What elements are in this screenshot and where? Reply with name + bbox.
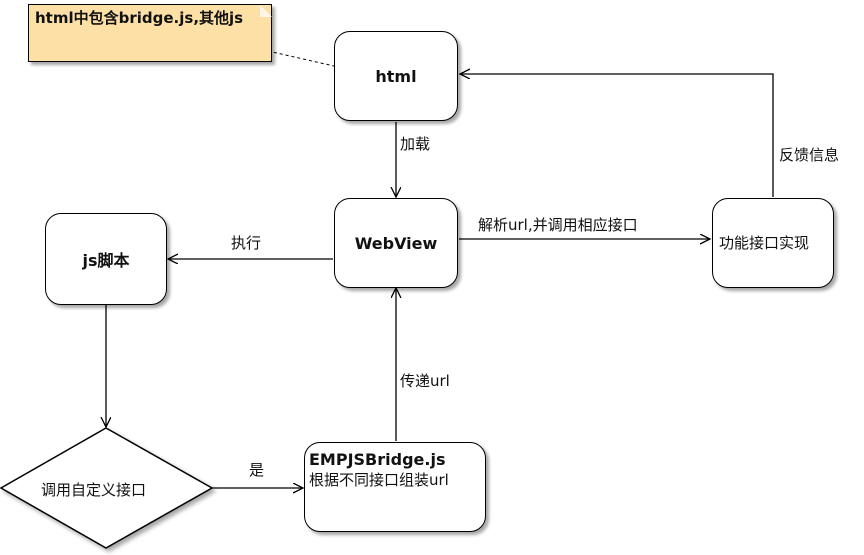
edge-parse-label: 解析url,并调用相应接口 [478, 216, 638, 234]
note-text: html中包含bridge.js,其他js [35, 9, 244, 27]
edge-pass-url-label: 传递url [400, 372, 450, 390]
node-js-script: js脚本 [45, 213, 167, 305]
node-function-impl: 功能接口实现 [712, 198, 834, 288]
node-webview: WebView [334, 198, 458, 288]
note-fold-corner [260, 5, 272, 17]
node-html: html [334, 31, 458, 121]
edge-execute-label: 执行 [231, 234, 262, 252]
node-function-impl-label: 功能接口实现 [719, 234, 810, 252]
note-connector [267, 50, 335, 67]
node-bridge: EMPJSBridge.js 根据不同接口组装url [304, 442, 486, 532]
node-html-label: html [375, 66, 417, 86]
edge-load-label: 加载 [400, 135, 431, 153]
node-bridge-line1: EMPJSBridge.js [309, 450, 446, 469]
decision-label: 调用自定义接口 [41, 481, 147, 499]
node-bridge-line2: 根据不同接口组装url [309, 471, 449, 489]
node-js-script-label: js脚本 [82, 251, 130, 270]
node-webview-label: WebView [354, 233, 438, 253]
edge-yes-label: 是 [249, 461, 265, 479]
edge-feedback [460, 74, 774, 197]
note: html中包含bridge.js,其他js [28, 4, 272, 62]
edge-feedback-label: 反馈信息 [779, 146, 840, 164]
